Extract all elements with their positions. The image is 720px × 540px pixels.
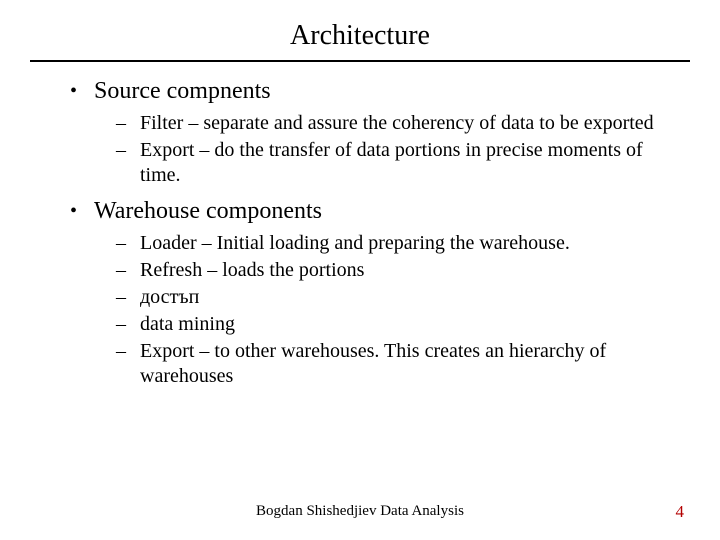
sub-list-item: data mining	[94, 312, 680, 337]
sub-list: Filter – separate and assure the coheren…	[94, 111, 680, 188]
sub-list-item: достъп	[94, 285, 680, 310]
slide-title: Architecture	[30, 20, 690, 60]
sub-list-item: Filter – separate and assure the coheren…	[94, 111, 680, 136]
footer-text: Bogdan Shishedjiev Data Analysis	[0, 503, 720, 520]
list-item-label: Source compnents	[94, 78, 271, 104]
sub-list-item: Loader – Initial loading and preparing t…	[94, 231, 680, 256]
list-item: Warehouse components Loader – Initial lo…	[70, 196, 680, 389]
sub-list-item: Export – to other warehouses. This creat…	[94, 339, 680, 389]
sub-list-item: Export – do the transfer of data portion…	[94, 138, 680, 188]
sub-list: Loader – Initial loading and preparing t…	[94, 231, 680, 389]
list-item: Source compnents Filter – separate and a…	[70, 76, 680, 188]
page-number: 4	[676, 502, 685, 522]
sub-list-item: Refresh – loads the portions	[94, 258, 680, 283]
bullet-list: Source compnents Filter – separate and a…	[70, 76, 680, 389]
slide: Architecture Source compnents Filter – s…	[0, 0, 720, 540]
list-item-label: Warehouse components	[94, 198, 322, 224]
title-rule	[30, 60, 690, 62]
slide-content: Source compnents Filter – separate and a…	[30, 76, 690, 389]
